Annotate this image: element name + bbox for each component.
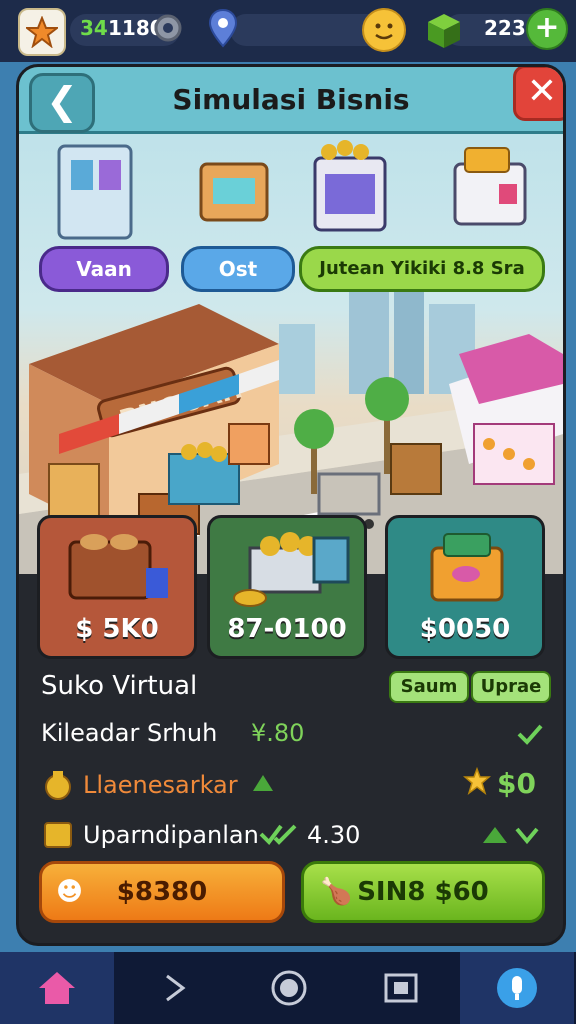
nav-home[interactable] bbox=[0, 952, 114, 1024]
store-name: Suko Virtual bbox=[41, 671, 198, 701]
star-rating-icon bbox=[463, 767, 491, 795]
bread-crate-icon bbox=[68, 534, 168, 600]
coin-tray-icon bbox=[233, 532, 350, 607]
tag-ost[interactable]: Ost bbox=[181, 246, 295, 292]
business-panel: ❮ Simulasi Bisnis ✕ BNOUAH bbox=[16, 64, 566, 946]
buy-button-label: $8380 bbox=[116, 877, 208, 907]
chicken-leg-icon: 🍗 bbox=[320, 877, 353, 907]
card-chest-value: $0050 bbox=[419, 614, 511, 644]
top-hud: 34 1180 223 + bbox=[0, 0, 576, 62]
vending-machine-icon bbox=[57, 144, 133, 240]
title-bar: ❮ Simulasi Bisnis ✕ bbox=[19, 67, 563, 134]
row2-value: $0 bbox=[497, 767, 536, 800]
mic-icon bbox=[497, 968, 537, 1008]
nav-play[interactable] bbox=[118, 952, 232, 1024]
bottom-nav bbox=[0, 952, 576, 1024]
growth-arrows-icon bbox=[483, 827, 539, 845]
home-icon bbox=[39, 972, 75, 1004]
buy-button[interactable]: ☻ $8380 bbox=[39, 861, 285, 923]
card-goods[interactable]: $ 5K0 bbox=[37, 515, 197, 659]
checkmark-icon bbox=[517, 724, 543, 745]
scene-illustration: BNOUAH bbox=[19, 140, 563, 574]
treasure-chest-icon bbox=[430, 533, 504, 602]
nav-record[interactable] bbox=[232, 952, 346, 1024]
app-icon[interactable] bbox=[18, 8, 66, 56]
coin-bag-icon bbox=[45, 771, 71, 800]
play-icon bbox=[166, 974, 186, 1002]
nav-mic[interactable] bbox=[460, 952, 574, 1024]
add-currency-button[interactable]: + bbox=[526, 8, 568, 50]
row1-label: Kileadar Srhuh bbox=[41, 719, 218, 747]
row3-value: 4.30 bbox=[307, 821, 361, 849]
smiley-icon[interactable] bbox=[362, 8, 406, 52]
card-chest[interactable]: $0050 bbox=[385, 515, 545, 659]
row3-label: Uparndipanlan bbox=[83, 821, 259, 849]
sell-button-label: SIN8 $60 bbox=[357, 877, 489, 907]
close-x-icon[interactable]: ✕ bbox=[513, 67, 563, 121]
gem-cube-icon bbox=[428, 14, 460, 48]
gear-icon[interactable] bbox=[150, 10, 186, 46]
window-icon bbox=[384, 973, 418, 1003]
sell-button[interactable]: 🍗 SIN8 $60 bbox=[301, 861, 545, 923]
map-pin-icon[interactable] bbox=[208, 8, 238, 48]
card-goods-value: $ 5K0 bbox=[75, 614, 159, 644]
shop-scene: BNOUAH bbox=[19, 134, 563, 574]
tag-uprae[interactable]: Uprae bbox=[471, 671, 551, 703]
tag-income[interactable]: Jutean Yikiki 8.8 Sra bbox=[299, 246, 545, 292]
resource-prefix: 34 bbox=[80, 16, 108, 40]
nav-window[interactable] bbox=[344, 952, 458, 1024]
card-coins[interactable]: 87-0100 bbox=[207, 515, 367, 659]
double-check-icon bbox=[259, 824, 297, 846]
trend-arrow-icon bbox=[253, 775, 273, 791]
tag-saum[interactable]: Saum bbox=[389, 671, 469, 703]
row2-label: Llaenesarkar bbox=[83, 771, 238, 799]
person-icon: ☻ bbox=[56, 877, 84, 907]
row1-value: ¥.80 bbox=[251, 719, 305, 747]
record-icon bbox=[271, 970, 307, 1006]
card-coins-value: 87-0100 bbox=[227, 614, 347, 644]
box-icon bbox=[44, 822, 72, 848]
currency-value: 223 bbox=[484, 16, 526, 40]
panel-title: Simulasi Bisnis bbox=[172, 83, 410, 116]
tag-vaan[interactable]: Vaan bbox=[39, 246, 169, 292]
star-icon bbox=[26, 16, 58, 48]
